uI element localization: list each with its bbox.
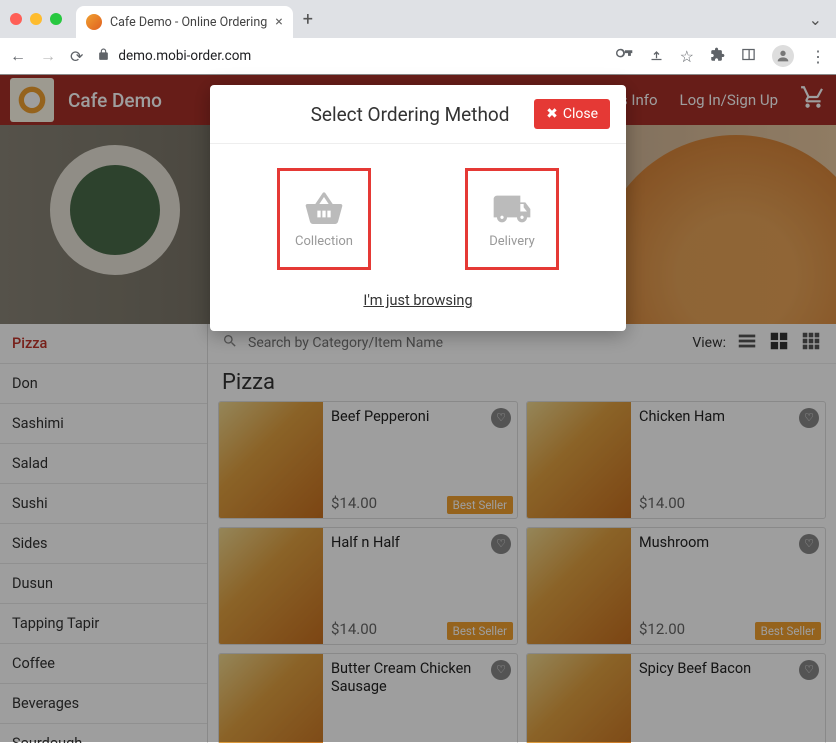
tabs-dropdown-icon[interactable]: ⌄ bbox=[809, 10, 822, 29]
close-icon: ✖ bbox=[546, 106, 558, 122]
browsing-link[interactable]: I'm just browsing bbox=[210, 292, 626, 331]
close-window-icon[interactable] bbox=[10, 13, 22, 25]
maximize-window-icon[interactable] bbox=[50, 13, 62, 25]
window-controls[interactable] bbox=[10, 13, 62, 25]
forward-button[interactable]: → bbox=[40, 46, 56, 66]
url-field[interactable]: demo.mobi-order.com bbox=[97, 48, 601, 65]
star-icon[interactable]: ☆ bbox=[680, 47, 694, 66]
new-tab-button[interactable]: + bbox=[303, 9, 313, 30]
menu-icon[interactable]: ⋮ bbox=[810, 47, 826, 66]
close-button[interactable]: ✖ Close bbox=[534, 99, 610, 129]
collection-label: Collection bbox=[295, 234, 353, 249]
profile-icon[interactable] bbox=[772, 45, 794, 67]
reload-button[interactable]: ⟳ bbox=[70, 47, 83, 66]
minimize-window-icon[interactable] bbox=[30, 13, 42, 25]
url-text: demo.mobi-order.com bbox=[118, 48, 251, 64]
tab-title: Cafe Demo - Online Ordering bbox=[110, 15, 267, 30]
basket-icon bbox=[300, 189, 348, 229]
close-tab-icon[interactable]: × bbox=[275, 14, 282, 30]
panel-icon[interactable] bbox=[741, 47, 756, 66]
extensions-icon[interactable] bbox=[710, 47, 725, 66]
back-button[interactable]: ← bbox=[10, 46, 26, 66]
key-icon[interactable] bbox=[616, 46, 633, 67]
close-label: Close bbox=[563, 106, 598, 122]
collection-option[interactable]: Collection bbox=[277, 168, 371, 270]
browser-tab[interactable]: Cafe Demo - Online Ordering × bbox=[76, 6, 293, 38]
lock-icon bbox=[97, 48, 110, 65]
ordering-method-modal: Select Ordering Method ✖ Close Collectio… bbox=[210, 85, 626, 331]
modal-title: Select Ordering Method bbox=[286, 103, 534, 126]
delivery-label: Delivery bbox=[489, 234, 535, 249]
address-bar: ← → ⟳ demo.mobi-order.com ☆ ⋮ bbox=[0, 38, 836, 74]
favicon-icon bbox=[86, 14, 102, 30]
delivery-option[interactable]: Delivery bbox=[465, 168, 559, 270]
browser-chrome: Cafe Demo - Online Ordering × + ⌄ ← → ⟳ … bbox=[0, 0, 836, 75]
share-icon[interactable] bbox=[649, 47, 664, 66]
tab-bar: Cafe Demo - Online Ordering × + ⌄ bbox=[0, 0, 836, 38]
truck-icon bbox=[486, 189, 538, 229]
